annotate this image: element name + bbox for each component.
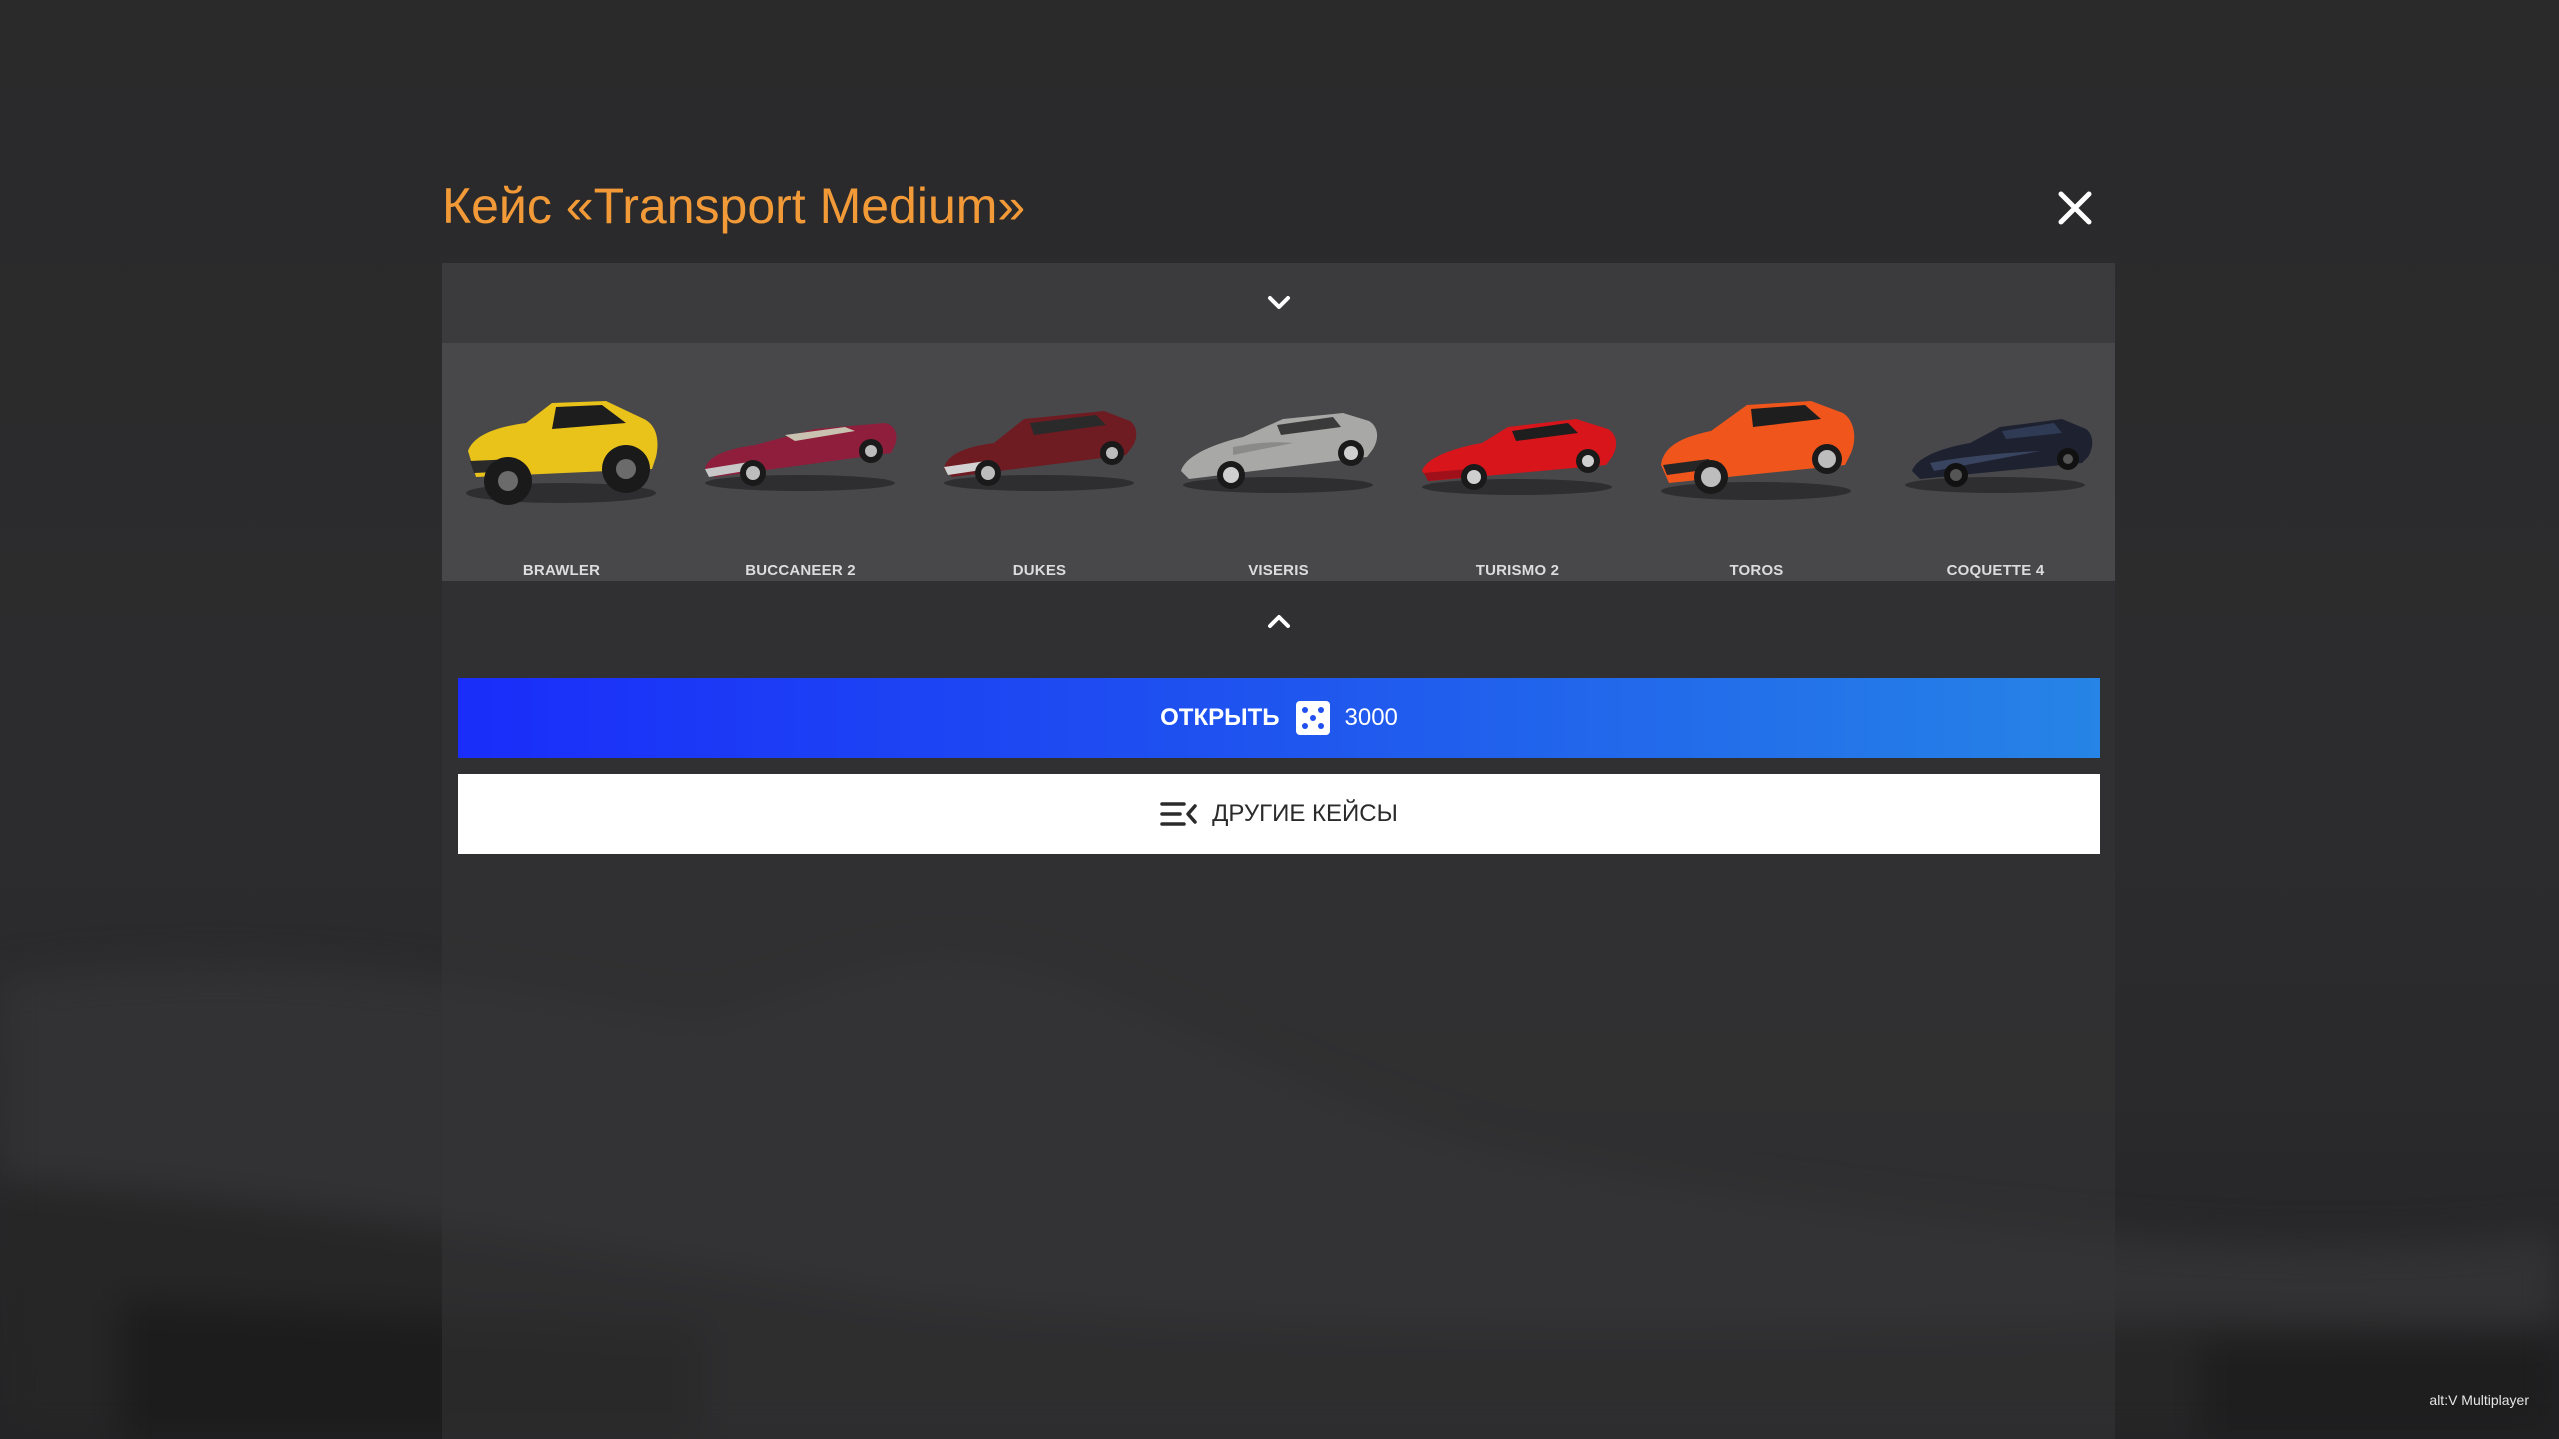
other-cases-label: ДРУГИЕ КЕЙСЫ [1212, 800, 1398, 827]
open-case-button[interactable]: ОТКРЫТЬ 3000 [458, 678, 2100, 758]
scroll-down-button[interactable] [1259, 601, 1299, 641]
car-image-dukes [944, 411, 1137, 491]
modal-title: Кейс «Transport Medium» [442, 178, 1026, 234]
scroll-up-button[interactable] [1259, 283, 1299, 323]
dice-icon [1295, 701, 1330, 735]
car-label: TOROS [1729, 562, 1784, 579]
open-label: ОТКРЫТЬ [1160, 704, 1280, 731]
car-strip: BRAWLER BUCCANEER 2 DUKES VISERIS TURISM… [442, 343, 2115, 581]
car-item-coquette-4[interactable]: COQUETTE 4 [1876, 343, 2115, 581]
car-item-turismo-2[interactable]: TURISMO 2 [1398, 343, 1637, 581]
car-label: TURISMO 2 [1475, 562, 1560, 579]
car-image-brawler [466, 401, 658, 505]
car-label: VISERIS [1248, 562, 1309, 579]
close-icon [2058, 191, 2092, 225]
chevron-up-icon [1268, 615, 1290, 628]
car-label: DUKES [1012, 562, 1067, 579]
car-image-buccaneer-2 [705, 423, 897, 491]
car-image-coquette-4 [1905, 419, 2093, 493]
car-item-viseris[interactable]: VISERIS [1159, 343, 1398, 581]
car-label: BRAWLER [522, 562, 601, 579]
car-item-brawler[interactable]: BRAWLER [442, 343, 681, 581]
car-image-viseris [1181, 413, 1378, 493]
car-item-dukes[interactable]: DUKES [920, 343, 1159, 581]
car-item-toros[interactable]: TOROS [1637, 343, 1876, 581]
car-item-buccaneer-2[interactable]: BUCCANEER 2 [681, 343, 920, 581]
list-collapse-icon [1160, 802, 1197, 826]
other-cases-button[interactable]: ДРУГИЕ КЕЙСЫ [458, 774, 2100, 854]
car-image-turismo-2 [1422, 419, 1617, 495]
car-label: BUCCANEER 2 [745, 562, 856, 579]
watermark: alt:V Multiplayer [2429, 1392, 2529, 1408]
car-label: COQUETTE 4 [1946, 562, 2045, 579]
chevron-down-icon [1268, 296, 1290, 309]
close-button[interactable] [2050, 183, 2100, 233]
open-price: 3000 [1344, 704, 1398, 731]
car-image-toros [1661, 401, 1855, 500]
